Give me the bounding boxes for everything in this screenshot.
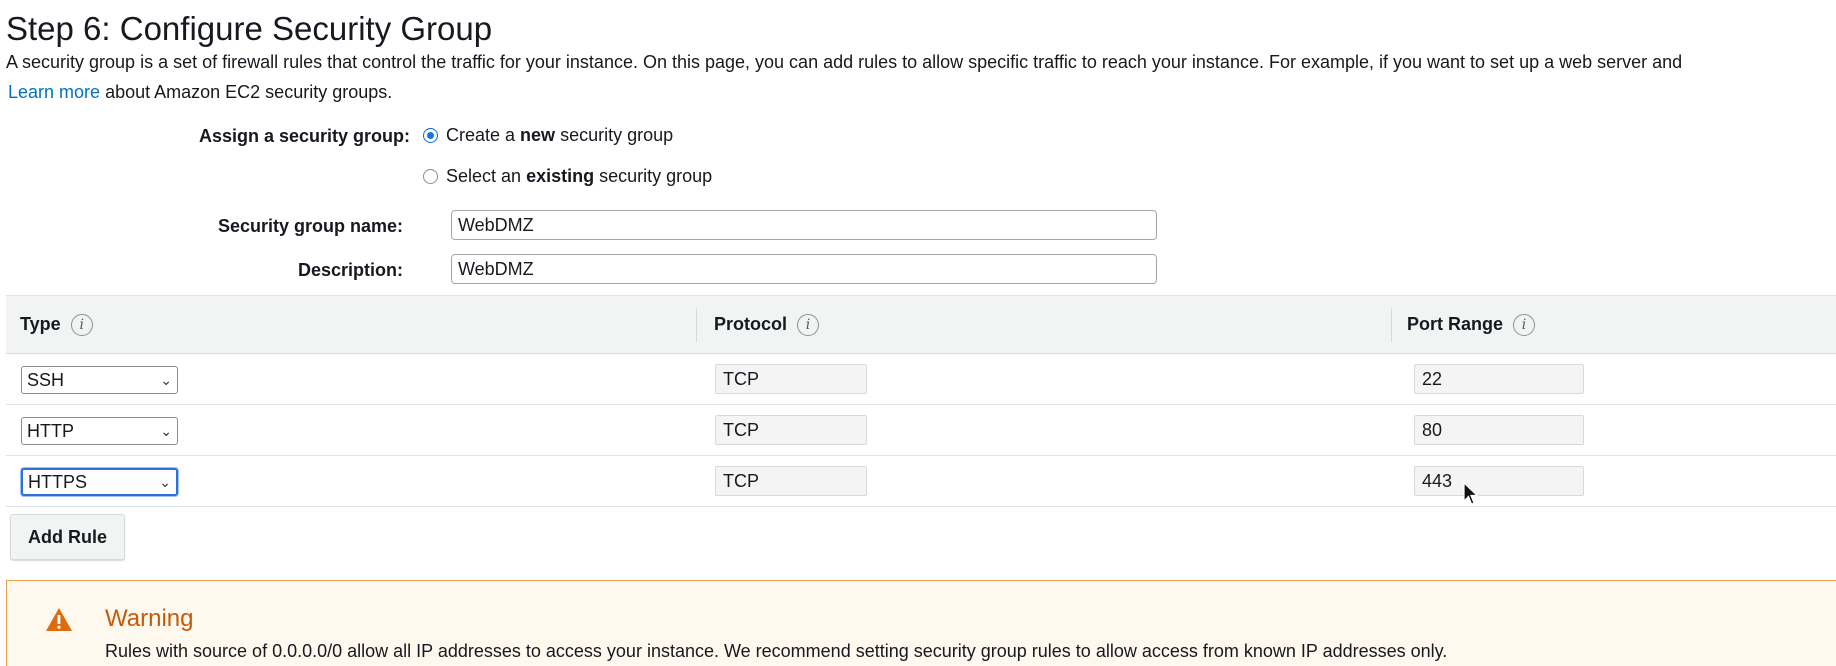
column-divider — [696, 308, 697, 342]
description-input[interactable] — [451, 254, 1157, 284]
info-icon[interactable]: i — [797, 313, 820, 336]
chevron-down-icon: ⌄ — [160, 422, 172, 439]
type-select[interactable]: SSH ⌄ — [21, 366, 178, 394]
protocol-field: TCP — [715, 466, 867, 496]
protocol-field: TCP — [715, 415, 867, 445]
warning-title: Warning — [105, 605, 194, 632]
assign-security-group-label: Assign a security group: — [198, 126, 410, 146]
intro-text: A security group is a set of firewall ru… — [6, 52, 1683, 72]
chevron-down-icon: ⌄ — [159, 473, 171, 490]
warning-triangle-icon — [46, 608, 72, 631]
security-group-name-label: Security group name: — [217, 216, 403, 236]
radio-button-unselected[interactable] — [423, 169, 438, 184]
header-port-range: Port Range i — [1407, 296, 1536, 353]
learn-more-suffix: about Amazon EC2 security groups. — [105, 82, 393, 102]
header-type: Type i — [20, 296, 93, 353]
radio-create-new[interactable]: Create a new security group — [423, 125, 673, 146]
port-range-field: 80 — [1414, 415, 1584, 445]
mouse-pointer-icon — [1463, 482, 1479, 505]
type-select[interactable]: HTTP ⌄ — [21, 417, 178, 445]
table-row: HTTPS ⌄ TCP 443 — [6, 456, 1836, 507]
protocol-field: TCP — [715, 364, 867, 394]
radio-button-selected[interactable] — [423, 128, 438, 143]
port-range-field: 22 — [1414, 364, 1584, 394]
learn-more-line: Learn more about Amazon EC2 security gro… — [8, 82, 392, 103]
type-select[interactable]: HTTPS ⌄ — [21, 468, 178, 496]
description-label: Description: — [297, 260, 403, 280]
warning-text: Rules with source of 0.0.0.0/0 allow all… — [105, 641, 1448, 661]
rules-table: Type i Protocol i Port Range i SSH ⌄ TCP 22 … — [6, 295, 1836, 507]
header-protocol: Protocol i — [714, 296, 820, 353]
info-icon[interactable]: i — [1513, 313, 1536, 336]
info-icon[interactable]: i — [70, 313, 93, 336]
security-group-name-input[interactable] — [451, 210, 1157, 240]
page-title: Step 6: Configure Security Group — [6, 10, 493, 47]
rules-table-header: Type i Protocol i Port Range i — [6, 295, 1836, 354]
chevron-down-icon: ⌄ — [160, 371, 172, 388]
table-row: HTTP ⌄ TCP 80 — [6, 405, 1836, 456]
radio-select-existing[interactable]: Select an existing security group — [423, 166, 712, 187]
port-range-field: 443 — [1414, 466, 1584, 496]
learn-more-link[interactable]: Learn more — [8, 82, 100, 102]
warning-alert: Warning Rules with source of 0.0.0.0/0 a… — [6, 580, 1836, 666]
radio-select-existing-label: Select an existing security group — [446, 166, 713, 186]
column-divider — [1391, 308, 1392, 342]
add-rule-button[interactable]: Add Rule — [10, 514, 125, 560]
radio-create-new-label: Create a new security group — [446, 125, 674, 145]
table-row: SSH ⌄ TCP 22 — [6, 354, 1836, 405]
